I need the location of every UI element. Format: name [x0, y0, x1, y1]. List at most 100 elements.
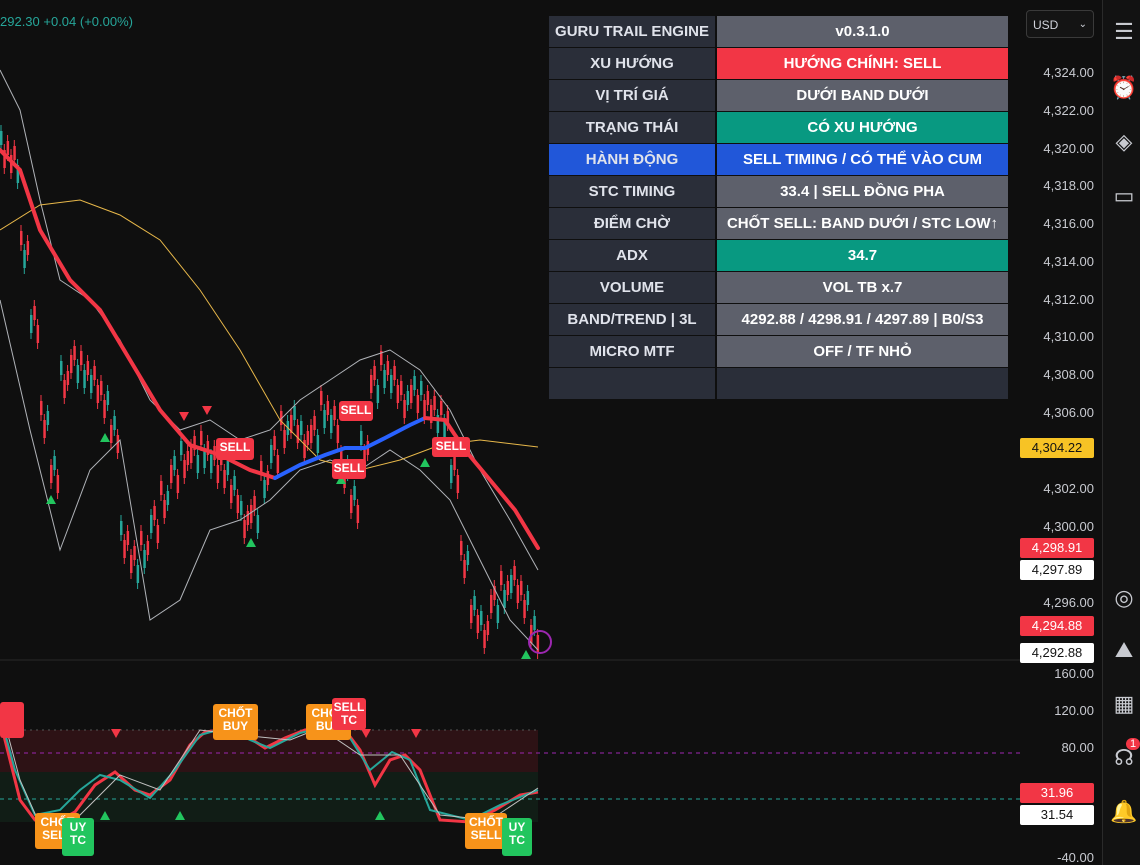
candle	[513, 566, 516, 580]
candle	[120, 521, 123, 535]
candle	[233, 476, 236, 490]
price-tick-label: 4,314.00	[1043, 254, 1094, 269]
candle	[353, 486, 356, 500]
candle	[313, 416, 316, 430]
table-row: ĐIỂM CHỜ CHỐT SELL: BAND DƯỚI / STC LOW↑	[549, 207, 1008, 240]
candle	[440, 401, 443, 415]
currency-select[interactable]: USD ⌄	[1026, 10, 1094, 38]
candle	[483, 630, 486, 648]
candle	[413, 376, 416, 390]
candle	[43, 420, 46, 438]
candle	[76, 365, 80, 383]
candle	[123, 540, 126, 558]
candle	[400, 381, 403, 395]
alarm-clock-icon[interactable]: ⏰	[1110, 74, 1138, 102]
candle	[490, 595, 493, 613]
price-tick-label: 4,300.00	[1043, 519, 1094, 534]
candle	[336, 425, 340, 443]
candle	[170, 465, 173, 483]
candle	[523, 600, 526, 618]
candle	[253, 496, 256, 510]
candle	[350, 495, 353, 513]
price-tick-label: 4,320.00	[1043, 141, 1094, 156]
table-value	[715, 367, 1008, 399]
candle	[533, 616, 536, 630]
candle	[86, 361, 90, 375]
osc-tick-label: 120.00	[1054, 703, 1094, 718]
candle	[520, 581, 523, 595]
candle	[326, 401, 330, 415]
table-row: BAND/TREND | 3L 4292.88 / 4298.91 / 4297.…	[549, 303, 1008, 336]
candle	[456, 475, 460, 493]
candle	[310, 425, 313, 443]
table-label	[549, 367, 716, 399]
currency-value: USD	[1033, 18, 1059, 32]
price-tag: 4,297.89	[1020, 560, 1094, 580]
table-label: XU HƯỚNG	[549, 47, 716, 80]
candle	[70, 355, 73, 373]
bell-icon[interactable]: 🔔	[1110, 798, 1138, 826]
info-table: GURU TRAIL ENGINE v0.3.1.0 XU HƯỚNG HƯỚNG C…	[549, 15, 1008, 399]
candle	[473, 596, 476, 610]
sell-label: SELL	[436, 439, 467, 453]
candle	[356, 505, 360, 523]
header-quote: 292.30 +0.04 (+0.00%)	[0, 14, 133, 29]
chat-icon[interactable]: ▭	[1110, 182, 1138, 210]
candle	[83, 370, 86, 388]
candle	[306, 431, 310, 445]
candle	[410, 385, 413, 403]
layers-icon[interactable]: ◈	[1110, 128, 1138, 156]
table-value: v0.3.1.0	[715, 15, 1008, 48]
candle	[476, 615, 480, 633]
price-axis[interactable]: 4,324.00 4,322.00 4,320.00 4,318.00 4,316.00…	[1020, 0, 1102, 865]
table-value: CÓ XU HƯỚNG	[715, 111, 1008, 144]
price-tag: 4,294.88	[1020, 616, 1094, 636]
candle	[136, 565, 140, 583]
table-label: ĐIỂM CHỜ	[549, 207, 716, 240]
candle	[153, 506, 156, 520]
table-row: STC TIMING 33.4 | SELL ĐỒNG PHA	[549, 175, 1008, 208]
watchlist-icon[interactable]: ☰	[1110, 18, 1138, 46]
candle	[450, 465, 453, 483]
target-icon[interactable]: ◎	[1110, 584, 1138, 612]
table-label: ADX	[549, 239, 716, 272]
candle	[463, 560, 466, 578]
candle	[246, 511, 250, 525]
candle	[323, 410, 326, 428]
table-label: GURU TRAIL ENGINE	[549, 15, 716, 48]
candle	[470, 605, 473, 623]
table-value: 33.4 | SELL ĐỒNG PHA	[715, 175, 1008, 208]
table-row	[549, 367, 1008, 399]
mountain-icon[interactable]: ⛰	[1110, 636, 1138, 664]
osc-tag: 31.96	[1020, 783, 1094, 803]
sell-arrow-icon	[202, 406, 212, 415]
candle	[163, 500, 166, 518]
candle	[100, 381, 103, 395]
calendar-icon[interactable]: ▦	[1110, 690, 1138, 718]
candle	[426, 391, 430, 405]
table-row: GURU TRAIL ENGINE v0.3.1.0	[549, 15, 1008, 48]
sell-stc-label-bg	[0, 702, 24, 738]
table-value: VOL TB x.7	[715, 271, 1008, 304]
candle	[150, 515, 153, 533]
candle	[256, 515, 260, 533]
sell-stc-label: TC	[341, 713, 357, 727]
candle	[300, 421, 303, 435]
candle	[50, 465, 53, 483]
candle	[203, 450, 206, 468]
candle	[390, 375, 393, 393]
price-tag: 4,298.91	[1020, 538, 1094, 558]
candle	[303, 440, 306, 458]
candle	[176, 475, 180, 493]
table-label: VỊ TRÍ GIÁ	[549, 79, 716, 112]
chot-sell-label: CHỐT	[469, 814, 504, 829]
candle	[36, 325, 40, 343]
osc-tag: 31.54	[1020, 805, 1094, 825]
candle	[63, 380, 66, 398]
candle	[496, 605, 500, 623]
price-tick-label: 4,312.00	[1043, 292, 1094, 307]
candle	[26, 241, 30, 255]
candle	[93, 366, 96, 380]
candle	[113, 416, 116, 430]
candle	[30, 315, 33, 333]
